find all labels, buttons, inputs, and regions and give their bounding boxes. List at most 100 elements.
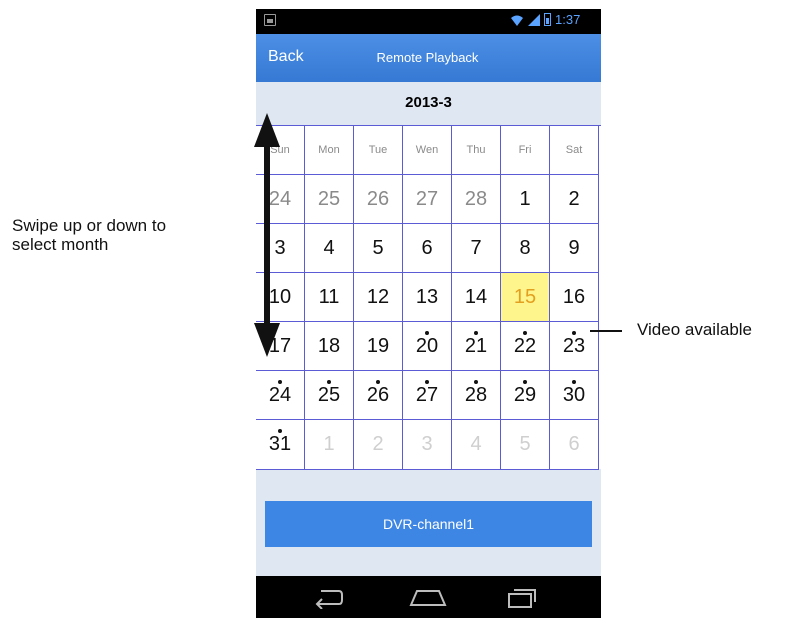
day-number: 25 <box>317 383 341 406</box>
battery-icon <box>544 13 551 26</box>
day-number: 27 <box>415 187 439 210</box>
day-cell[interactable]: 6 <box>403 224 452 273</box>
day-cell[interactable]: 29 <box>501 371 550 420</box>
swipe-annotation: Swipe up or down to select month <box>12 216 166 254</box>
day-cell[interactable]: 6 <box>550 420 599 470</box>
day-number: 5 <box>372 236 384 259</box>
video-available-dot <box>327 380 331 384</box>
back-icon[interactable] <box>311 585 345 609</box>
screen-title: Remote Playback <box>376 50 479 65</box>
day-cell[interactable]: 8 <box>501 224 550 273</box>
day-cell[interactable]: 1 <box>305 420 354 470</box>
day-cell[interactable]: 18 <box>305 322 354 371</box>
month-calendar[interactable]: Sun Mon Tue Wen Thu Fri Sat 24 25 26 27 28 1 2 3 4 5 6 7 8 9… <box>256 125 601 470</box>
day-number: 28 <box>464 187 488 210</box>
day-cell[interactable]: 20 <box>403 322 452 371</box>
day-cell[interactable]: 26 <box>354 371 403 420</box>
day-number: 29 <box>513 383 537 406</box>
day-number: 9 <box>568 236 580 259</box>
day-cell[interactable]: 27 <box>403 371 452 420</box>
day-number: 5 <box>519 433 531 455</box>
day-cell[interactable]: 11 <box>305 273 354 322</box>
day-number: 7 <box>470 236 482 259</box>
day-number: 28 <box>464 383 488 406</box>
day-number: 6 <box>568 433 580 455</box>
day-number: 13 <box>415 285 439 308</box>
day-number: 19 <box>366 334 390 357</box>
day-cell[interactable]: 5 <box>501 420 550 470</box>
day-cell[interactable]: 27 <box>403 175 452 224</box>
day-cell[interactable]: 21 <box>452 322 501 371</box>
day-number: 26 <box>366 187 390 210</box>
day-cell[interactable]: 7 <box>452 224 501 273</box>
day-cell[interactable]: 13 <box>403 273 452 322</box>
day-cell[interactable]: 14 <box>452 273 501 322</box>
day-cell[interactable]: 28 <box>452 371 501 420</box>
video-available-dot <box>572 331 576 335</box>
video-available-dot <box>425 331 429 335</box>
day-cell[interactable]: 4 <box>452 420 501 470</box>
video-available-dot <box>376 380 380 384</box>
video-available-dot <box>523 331 527 335</box>
day-cell[interactable]: 22 <box>501 322 550 371</box>
image-notification-icon <box>264 14 276 26</box>
day-cell[interactable]: 2 <box>550 175 599 224</box>
swipe-annotation-line-1: Swipe up or down to <box>12 216 167 235</box>
day-number: 12 <box>366 285 390 308</box>
day-cell[interactable]: 3 <box>403 420 452 470</box>
weekday-header: Thu <box>452 126 501 175</box>
day-number: 27 <box>415 383 439 406</box>
video-available-dot <box>474 380 478 384</box>
home-icon[interactable] <box>408 585 448 609</box>
signal-icon <box>528 14 540 26</box>
status-bar: 1:37 <box>256 9 601 34</box>
day-cell[interactable]: 16 <box>550 273 599 322</box>
day-number: 3 <box>421 433 433 455</box>
day-number: 20 <box>415 334 439 357</box>
video-available-dot <box>474 331 478 335</box>
day-cell[interactable]: 30 <box>550 371 599 420</box>
day-number: 14 <box>464 285 488 308</box>
weekday-header: Sat <box>550 126 599 175</box>
day-cell[interactable]: 1 <box>501 175 550 224</box>
day-number: 25 <box>317 187 341 210</box>
day-number: 4 <box>323 236 335 259</box>
weekday-header: Mon <box>305 126 354 175</box>
video-available-dot <box>425 380 429 384</box>
day-number: 18 <box>317 334 341 357</box>
double-arrow-icon <box>254 113 280 357</box>
navigation-bar <box>256 576 601 618</box>
day-cell[interactable]: 5 <box>354 224 403 273</box>
channel-button[interactable]: DVR-channel1 <box>265 501 592 547</box>
wifi-icon <box>511 15 523 26</box>
day-cell[interactable]: 26 <box>354 175 403 224</box>
title-bar: Back Remote Playback <box>256 34 601 82</box>
day-cell[interactable]: 9 <box>550 224 599 273</box>
day-cell[interactable]: 28 <box>452 175 501 224</box>
recent-apps-icon[interactable] <box>505 585 539 609</box>
day-cell[interactable]: 24 <box>256 371 305 420</box>
day-cell[interactable]: 25 <box>305 175 354 224</box>
month-label[interactable]: 2013-3 <box>256 94 601 111</box>
day-cell[interactable]: 31 <box>256 420 305 470</box>
day-number: 16 <box>562 285 586 308</box>
day-cell[interactable]: 12 <box>354 273 403 322</box>
day-cell[interactable]: 4 <box>305 224 354 273</box>
day-number: 2 <box>372 433 384 455</box>
day-cell[interactable]: 19 <box>354 322 403 371</box>
selected-day-cell[interactable]: 15 <box>501 273 550 322</box>
day-number: 23 <box>562 334 586 357</box>
day-cell[interactable]: 25 <box>305 371 354 420</box>
status-time: 1:37 <box>555 12 581 27</box>
day-cell[interactable]: 2 <box>354 420 403 470</box>
video-available-annotation: Video available <box>637 320 752 339</box>
weekday-header: Tue <box>354 126 403 175</box>
day-number: 22 <box>513 334 537 357</box>
video-available-dot <box>278 429 282 433</box>
day-number: 15 <box>513 285 537 308</box>
day-number: 31 <box>268 433 292 455</box>
day-number: 2 <box>568 187 580 210</box>
calendar-grid: Sun Mon Tue Wen Thu Fri Sat 24 25 26 27 28 1 2 3 4 5 6 7 8 9… <box>256 125 601 470</box>
day-number: 26 <box>366 383 390 406</box>
video-available-dot <box>572 380 576 384</box>
